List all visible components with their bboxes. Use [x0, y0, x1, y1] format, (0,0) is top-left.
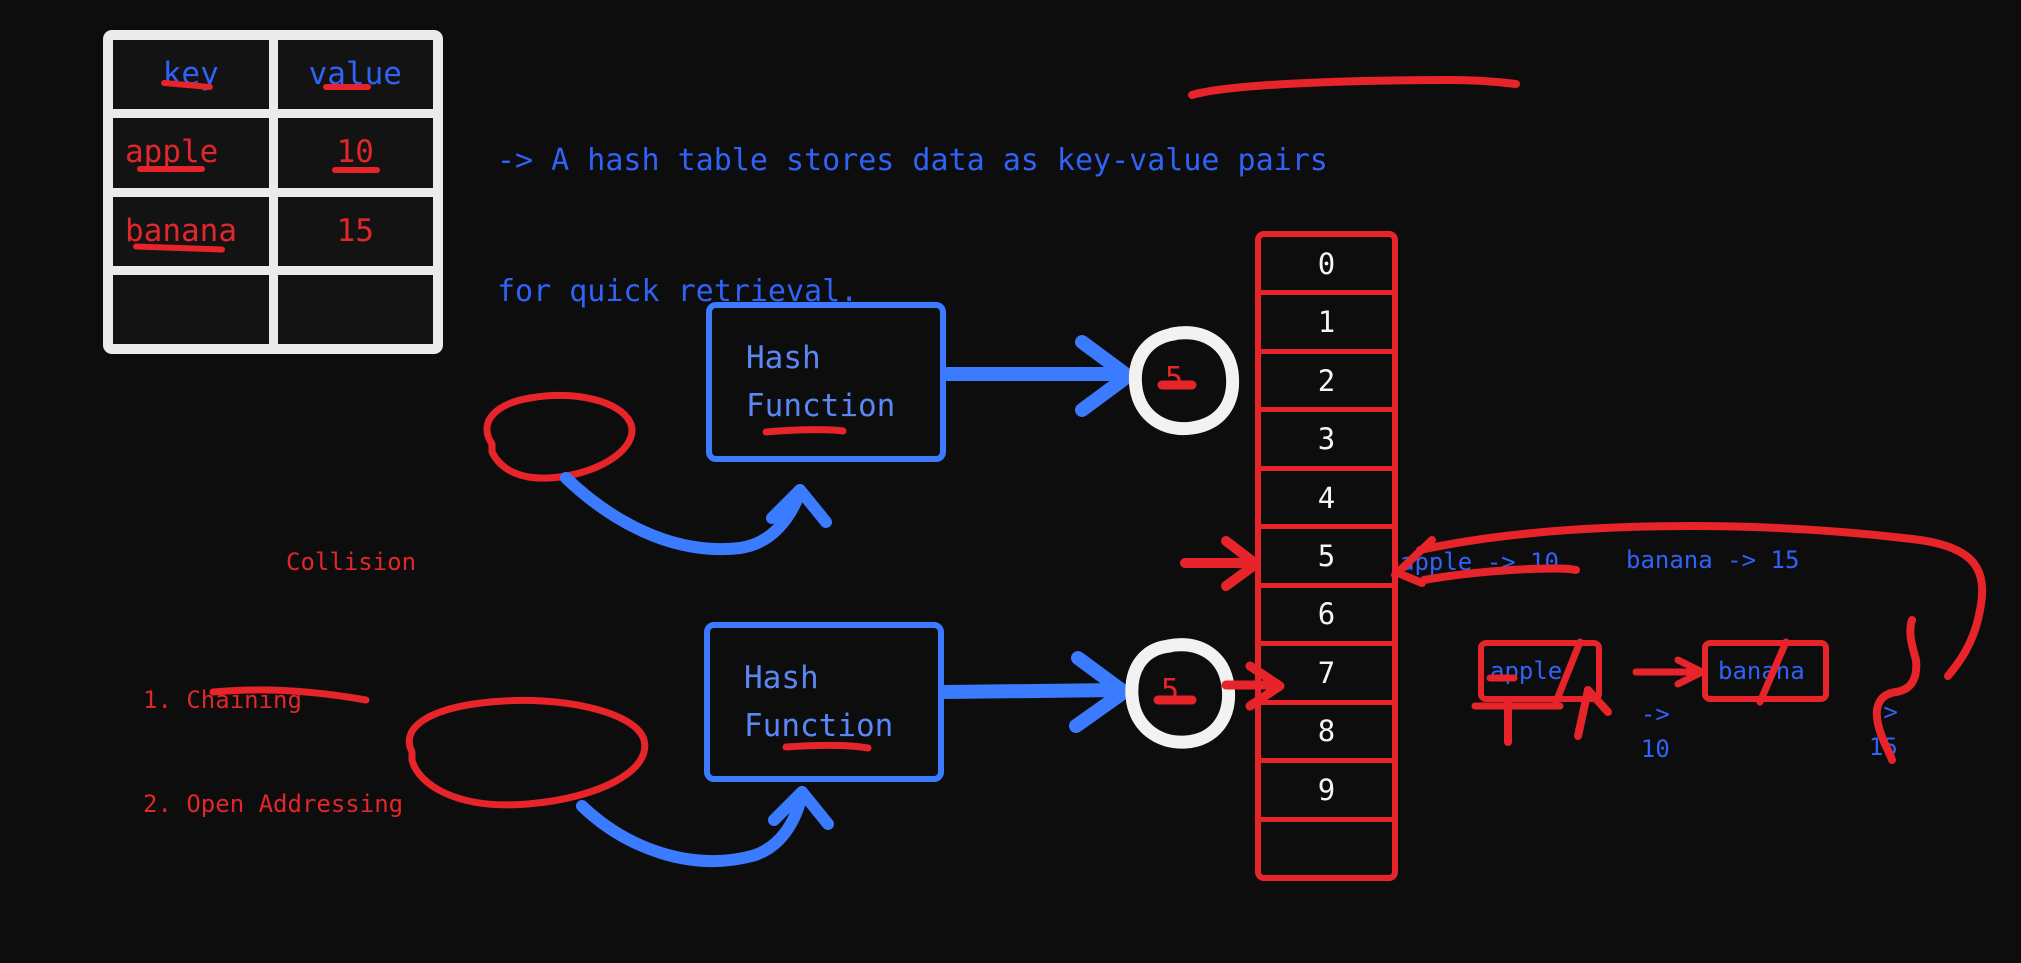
hash-result-circle-top: 5 — [1135, 340, 1213, 416]
bucket-slot[interactable]: 1 — [1261, 295, 1392, 354]
chain-node-banana-value: -> 15 — [1840, 660, 1898, 764]
banana-arrowhead-right — [796, 786, 834, 830]
banana-arrowhead-left — [768, 786, 808, 826]
table-row: 15 — [277, 196, 433, 266]
hash-function-box-top: Hash Function — [706, 302, 946, 462]
table-cell-value: 10 — [336, 134, 374, 171]
table-row: 10 — [277, 118, 433, 188]
arrow-to-slot-5-head — [1221, 536, 1261, 591]
collision-title: Collision — [286, 548, 417, 576]
chain-node-value: 15 — [1868, 732, 1898, 761]
hash-function-label-line1: Hash — [744, 659, 819, 696]
banana-input-ellipse — [405, 696, 649, 809]
hash-result-value: 5 — [1164, 360, 1184, 396]
hash-result-value: 5 — [1160, 672, 1180, 708]
apple-to-hash-arrow — [560, 472, 806, 556]
bucket-slot[interactable]: 0 — [1261, 237, 1392, 296]
bucket-slot[interactable]: 3 — [1261, 412, 1392, 471]
collision-item-chaining: 1. Chaining — [143, 685, 302, 714]
hash-function-label-line2: Function — [746, 388, 896, 424]
collision-item-open-addressing: 2. Open Addressing — [143, 789, 404, 818]
hash-function-label-line2: Function — [744, 708, 894, 744]
value-underline — [322, 84, 371, 90]
bucket-slot[interactable]: 8 — [1261, 705, 1392, 764]
table-cell-value: 15 — [336, 212, 374, 249]
hash-to-result-arrowhead-bottom-b — [1069, 685, 1131, 733]
apple-underline — [137, 166, 205, 173]
chain-link-arrow-head — [1674, 656, 1706, 688]
chain-node-key: banana — [1718, 657, 1805, 685]
table-cell-key: banana — [125, 212, 237, 249]
chain-node-key: apple — [1490, 657, 1563, 685]
bucket-slot-collision[interactable]: 5 — [1261, 529, 1392, 588]
slot5-apple-entry: apple -> 10 — [1400, 548, 1559, 576]
bucket-slot[interactable]: 2 — [1261, 354, 1392, 413]
headline-line-1: -> A hash table stores data as key-value… — [497, 143, 1328, 178]
bucket-slot[interactable]: 4 — [1261, 471, 1392, 530]
chain-node-banana: banana — [1702, 640, 1829, 702]
table-cell-key: apple — [125, 134, 219, 171]
hash-result-circle-bottom: 5 — [1131, 652, 1209, 728]
table-row-empty — [113, 274, 269, 344]
bucket-slot[interactable]: 7 — [1261, 646, 1392, 705]
hash-to-result-line-bottom — [939, 683, 1127, 699]
banana-to-hash-arrow — [576, 788, 808, 867]
table-header-value: value — [277, 40, 433, 110]
collision-list: 1. Chaining 2. Open Addressing — [143, 613, 403, 857]
chain-node-apple-value: -> 10 — [1612, 662, 1670, 766]
chain-node-apple: apple — [1478, 640, 1602, 702]
chain-arrow-text: -> — [1640, 699, 1670, 728]
slot5-banana-entry: banana -> 15 — [1626, 546, 1800, 574]
chain-arrow-text: -> — [1868, 697, 1898, 726]
hash-function-label-line1: Hash — [746, 339, 821, 376]
chain-node-value: 10 — [1640, 734, 1670, 763]
table-row: banana — [113, 196, 269, 266]
ten-underline — [331, 167, 380, 174]
bucket-array: 0 1 2 3 4 5 6 7 8 9 — [1255, 231, 1398, 881]
hash-to-result-arrowhead-top-b — [1075, 369, 1135, 417]
table-header-key: key — [113, 40, 269, 110]
apple-arrowhead-left — [766, 484, 806, 524]
apple-arrowhead-right — [794, 484, 832, 528]
table-row: apple — [113, 118, 269, 188]
table-row-empty — [277, 274, 433, 344]
hash-function-box-bottom: Hash Function — [704, 622, 944, 782]
bucket-slot[interactable]: 6 — [1261, 588, 1392, 647]
bucket-slot-empty[interactable] — [1261, 822, 1392, 875]
apple-input-ellipse — [483, 392, 636, 482]
bucket-slot[interactable]: 9 — [1261, 763, 1392, 822]
hash-to-result-arrowhead-bottom-a — [1071, 651, 1131, 699]
key-value-table: key value apple 10 banana 15 — [103, 30, 443, 354]
